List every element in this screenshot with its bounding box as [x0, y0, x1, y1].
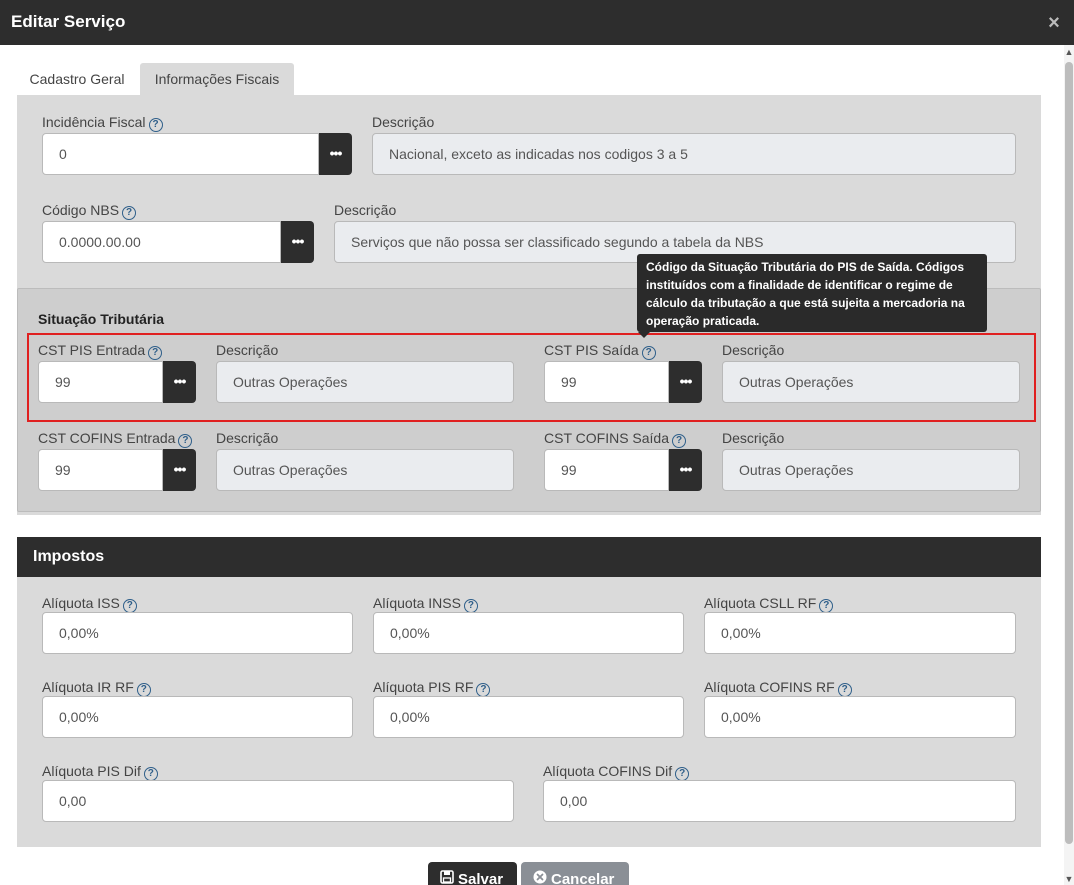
cst-cofins-saida-input[interactable]: 99: [544, 449, 669, 491]
tab-informacoes-fiscais[interactable]: Informações Fiscais: [140, 63, 294, 95]
cst-cofins-saida-desc-field: Outras Operações: [722, 449, 1020, 491]
cst-cofins-entrada-input[interactable]: 99: [38, 449, 163, 491]
aliquota-ir-rf-input[interactable]: 0,00%: [42, 696, 353, 738]
floppy-disk-icon: [440, 862, 454, 885]
aliquota-inss-label: Alíquota INSS?: [373, 595, 478, 613]
incidencia-input[interactable]: 0: [42, 133, 319, 175]
impostos-header: Impostos: [17, 537, 1041, 577]
help-icon[interactable]: ?: [136, 683, 151, 697]
help-icon[interactable]: ?: [178, 434, 193, 448]
cst-cofins-entrada-desc-label: Descrição: [216, 430, 279, 446]
x-circle-icon: [533, 862, 547, 885]
dialog-titlebar: Editar Serviço ×: [0, 0, 1074, 45]
aliquota-csll-rf-input[interactable]: 0,00%: [704, 612, 1016, 654]
aliquota-pis-dif-input[interactable]: 0,00: [42, 780, 514, 822]
aliquota-inss-input[interactable]: 0,00%: [373, 612, 684, 654]
incidencia-lookup-button[interactable]: •••: [319, 133, 352, 175]
aliquota-ir-rf-label: Alíquota IR RF?: [42, 679, 151, 697]
help-icon[interactable]: ?: [122, 599, 137, 613]
aliquota-cofins-rf-input[interactable]: 0,00%: [704, 696, 1016, 738]
nbs-input[interactable]: 0.0000.00.00: [42, 221, 281, 263]
dialog-title: Editar Serviço: [11, 12, 126, 31]
help-icon[interactable]: ?: [837, 683, 852, 697]
help-icon[interactable]: ?: [143, 767, 158, 781]
help-tooltip: Código da Situação Tributária do PIS de …: [637, 254, 987, 332]
situacao-title: Situação Tributária: [38, 311, 165, 327]
nbs-desc-label: Descrição: [334, 202, 397, 218]
highlight-outline: [27, 333, 1036, 422]
cst-cofins-saida-desc-label: Descrição: [722, 430, 785, 446]
aliquota-iss-input[interactable]: 0,00%: [42, 612, 353, 654]
cst-cofins-entrada-lookup-button[interactable]: •••: [163, 449, 196, 491]
help-icon[interactable]: ?: [476, 683, 491, 697]
aliquota-cofins-dif-label: Alíquota COFINS Dif?: [543, 763, 690, 781]
scroll-up-icon[interactable]: ▲: [1064, 46, 1074, 58]
incidencia-desc-label: Descrição: [372, 114, 435, 130]
save-button[interactable]: Salvar: [428, 862, 517, 885]
aliquota-iss-label: Alíquota ISS?: [42, 595, 137, 613]
aliquota-pis-rf-input[interactable]: 0,00%: [373, 696, 684, 738]
cst-cofins-entrada-label: CST COFINS Entrada?: [38, 430, 193, 448]
tab-cadastro-geral[interactable]: Cadastro Geral: [17, 63, 137, 95]
help-icon[interactable]: ?: [672, 434, 687, 448]
help-icon[interactable]: ?: [463, 599, 478, 613]
save-button-label: Salvar: [458, 871, 504, 885]
tooltip-arrow: [638, 332, 650, 338]
close-icon[interactable]: ×: [1044, 13, 1064, 33]
nbs-lookup-button[interactable]: •••: [281, 221, 314, 263]
help-icon[interactable]: ?: [148, 118, 163, 132]
impostos-title: Impostos: [33, 548, 105, 565]
cancel-button[interactable]: Cancelar: [521, 862, 629, 885]
scroll-down-icon[interactable]: ▼: [1064, 873, 1074, 885]
aliquota-cofins-rf-label: Alíquota COFINS RF?: [704, 679, 852, 697]
scrollbar-thumb[interactable]: [1065, 62, 1073, 844]
cancel-button-label: Cancelar: [551, 871, 615, 885]
help-icon[interactable]: ?: [122, 206, 137, 220]
aliquota-pis-rf-label: Alíquota PIS RF?: [373, 679, 491, 697]
aliquota-pis-dif-label: Alíquota PIS Dif?: [42, 763, 158, 781]
aliquota-csll-rf-label: Alíquota CSLL RF?: [704, 595, 834, 613]
cst-cofins-saida-lookup-button[interactable]: •••: [669, 449, 702, 491]
aliquota-cofins-dif-input[interactable]: 0,00: [543, 780, 1016, 822]
incidencia-desc-field: Nacional, exceto as indicadas nos codigo…: [372, 133, 1016, 175]
help-icon[interactable]: ?: [675, 767, 690, 781]
help-icon[interactable]: ?: [819, 599, 834, 613]
cst-cofins-entrada-desc-field: Outras Operações: [216, 449, 514, 491]
nbs-label: Código NBS?: [42, 202, 137, 220]
incidencia-label: Incidência Fiscal?: [42, 114, 163, 132]
cst-cofins-saida-label: CST COFINS Saída?: [544, 430, 687, 448]
